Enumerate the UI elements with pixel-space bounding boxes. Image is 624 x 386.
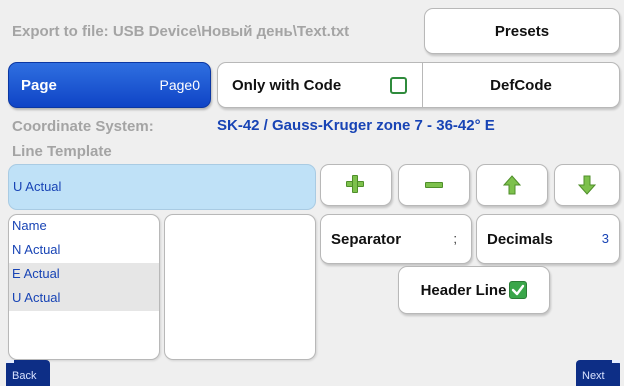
list-item[interactable]: U Actual [9,287,159,311]
arrow-down-icon [578,175,596,195]
separator-button[interactable]: Separator ; [320,214,472,264]
move-down-button[interactable] [554,164,620,206]
selected-fields-list[interactable] [164,214,316,360]
fields-list[interactable]: Name N Actual E Actual U Actual [8,214,160,360]
page-label: Page [21,77,57,94]
next-marker-icon [612,360,620,363]
move-up-button[interactable] [476,164,548,206]
arrow-up-icon [503,175,521,195]
back-label: Back [12,370,37,382]
add-button[interactable] [320,164,392,206]
page-value: Page0 [159,77,200,93]
coordinate-system-value[interactable]: SK-42 / Gauss-Kruger zone 7 - 36-42° E [217,117,495,134]
next-button[interactable]: Next [576,360,620,386]
presets-button[interactable]: Presets [424,8,620,54]
only-with-code-toggle[interactable]: Only with Code [218,63,423,107]
header-line-button[interactable]: Header Line [398,266,550,314]
checkmark-icon [512,284,525,296]
decimals-label: Decimals [487,231,553,248]
list-item[interactable]: E Actual [9,263,159,287]
plus-icon [346,175,366,195]
line-template-label: Line Template [12,143,112,160]
next-label: Next [582,370,605,382]
back-button[interactable]: Back [6,360,50,386]
presets-label: Presets [494,22,550,40]
code-group: Only with Code DefCode [217,62,620,108]
separator-value: ; [453,231,457,246]
decimals-value: 3 [601,231,609,246]
only-with-code-label: Only with Code [232,77,342,94]
separator-label: Separator [331,231,402,248]
export-path-label: Export to file: USB Device\Новый день\Te… [12,23,350,40]
header-line-label: Header Line [420,281,507,299]
back-marker-icon [6,360,14,363]
minus-icon [425,182,443,188]
only-with-code-checkbox[interactable] [390,77,407,94]
defcode-button[interactable]: DefCode [423,63,619,107]
header-line-checkbox[interactable] [509,281,528,299]
decimals-button[interactable]: Decimals 3 [476,214,620,264]
line-template-input[interactable]: U Actual [8,164,316,210]
list-item[interactable]: N Actual [9,239,159,263]
page-button[interactable]: Page Page0 [8,62,211,108]
list-item[interactable]: Name [9,215,159,239]
defcode-label: DefCode [490,76,552,94]
coordinate-system-label: Coordinate System: [12,118,154,135]
remove-button[interactable] [398,164,470,206]
